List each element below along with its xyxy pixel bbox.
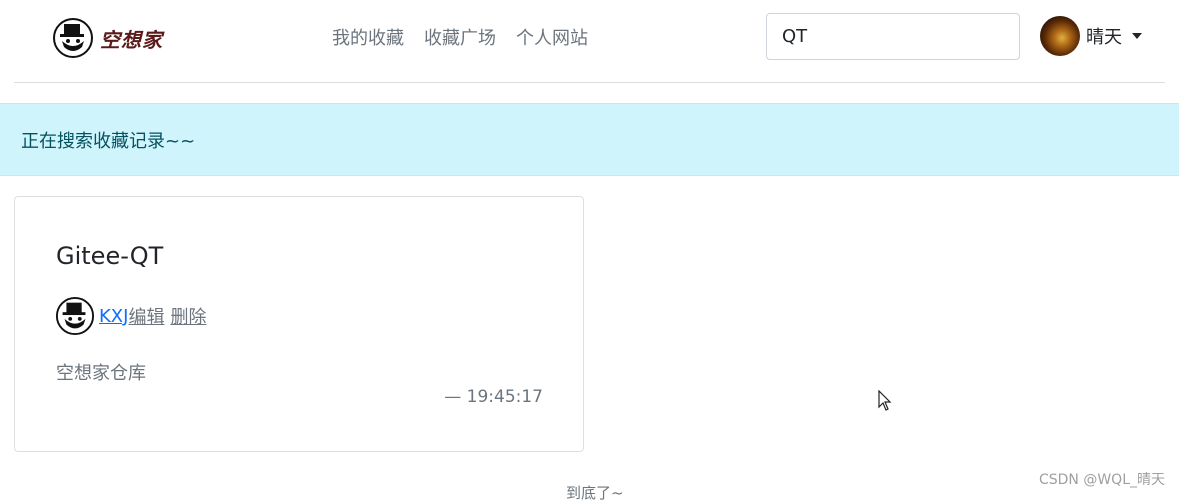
favorite-card: Gitee-QT KXJ 编辑 删除 空想家仓库 — 19:45:17 bbox=[14, 196, 584, 452]
author-avatar-icon bbox=[55, 296, 95, 336]
end-of-list-text: 到底了~ bbox=[566, 484, 624, 502]
watermark: CSDN @WQL_晴天 bbox=[1038, 472, 1165, 488]
navbar-divider bbox=[14, 82, 1165, 83]
brand-name: 空想家 bbox=[100, 27, 163, 52]
author-link[interactable]: KXJ bbox=[99, 306, 128, 327]
card-meta: KXJ 编辑 删除 bbox=[55, 296, 206, 336]
avatar bbox=[1040, 16, 1080, 56]
alert-text: 正在搜索收藏记录~~ bbox=[21, 130, 196, 152]
delete-link[interactable]: 删除 bbox=[170, 303, 206, 329]
navbar: 空想家 我的收藏 收藏广场 个人网站 晴天 bbox=[0, 0, 1179, 83]
card-description: 空想家仓库 bbox=[56, 363, 146, 384]
nav-personal-site[interactable]: 个人网站 bbox=[516, 24, 588, 50]
search-status-alert: 正在搜索收藏记录~~ bbox=[0, 103, 1179, 176]
main-nav: 我的收藏 收藏广场 个人网站 bbox=[332, 24, 588, 50]
nav-my-favorites[interactable]: 我的收藏 bbox=[332, 24, 404, 50]
chevron-down-icon bbox=[1132, 33, 1142, 39]
card-timestamp: — 19:45:17 bbox=[444, 387, 543, 407]
mouse-cursor-icon bbox=[878, 390, 892, 411]
brand-logo[interactable]: 空想家 bbox=[52, 17, 163, 59]
user-menu[interactable]: 晴天 bbox=[1040, 16, 1142, 56]
username: 晴天 bbox=[1086, 27, 1122, 48]
top-hat-mascot-icon bbox=[53, 18, 93, 58]
edit-link[interactable]: 编辑 bbox=[128, 303, 164, 329]
card-title[interactable]: Gitee-QT bbox=[56, 242, 163, 270]
nav-favorites-square[interactable]: 收藏广场 bbox=[424, 24, 496, 50]
search-input[interactable] bbox=[766, 13, 1020, 60]
